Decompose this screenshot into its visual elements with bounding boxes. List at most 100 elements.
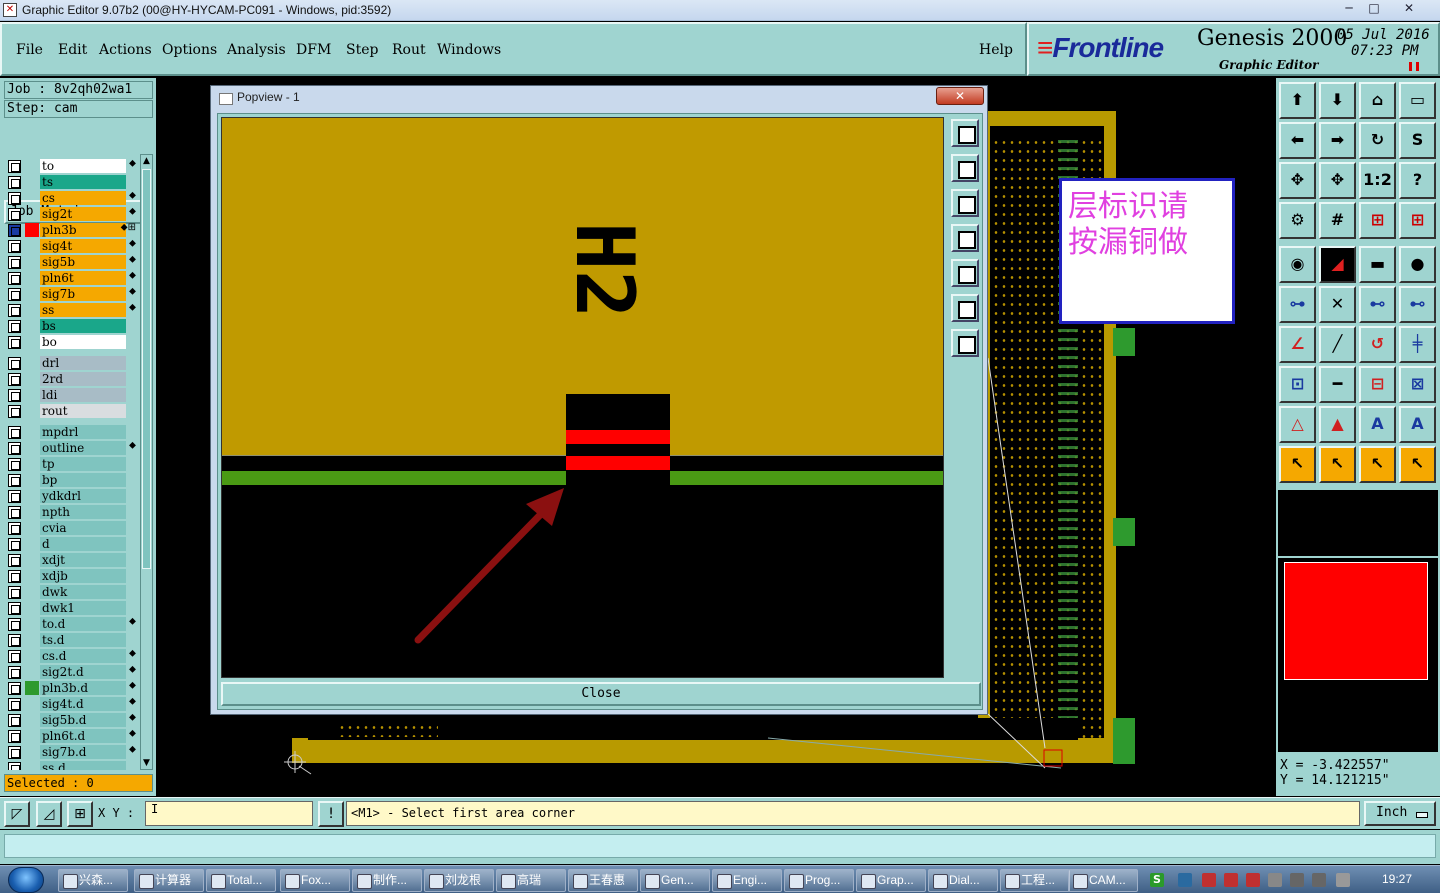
layer-row[interactable]: sig5b.d ⬥ [4, 712, 140, 728]
layer-row[interactable]: npth [4, 504, 140, 520]
layer-name[interactable]: cs.d [40, 649, 126, 663]
layer-flag[interactable] [25, 287, 39, 301]
layer-flag[interactable] [25, 319, 39, 333]
flip-icon[interactable]: ◢ [1319, 246, 1356, 283]
menu-rout[interactable]: Rout [392, 42, 426, 58]
pointer-box-icon[interactable]: ↖ [1319, 446, 1356, 483]
scroll-down-arrow-icon[interactable]: ▼ [141, 757, 152, 769]
layer-row[interactable]: bs [4, 318, 140, 334]
popview-close-button[interactable]: Close [221, 682, 981, 706]
layer-checkbox[interactable] [8, 666, 21, 679]
layer-row[interactable]: rout [4, 403, 140, 419]
taskbar-item[interactable]: Grap... [856, 869, 926, 892]
layer-flag[interactable] [25, 681, 39, 695]
taskbar-item[interactable]: Fox... [280, 869, 350, 892]
layer-row[interactable]: cs ⬥ [4, 190, 140, 206]
center-icon[interactable]: ✥ [1319, 162, 1356, 199]
layer-name[interactable]: pln3b.d [40, 681, 126, 695]
window-icon[interactable]: ▭ [1399, 82, 1436, 119]
layer-checkbox[interactable] [8, 682, 21, 695]
scroll-thumb[interactable] [142, 169, 151, 569]
layer-name[interactable]: to.d [40, 617, 126, 631]
menu-step[interactable]: Step [346, 42, 378, 58]
xy-input[interactable]: I [145, 801, 313, 826]
layer-flag[interactable] [25, 713, 39, 727]
layer-checkbox[interactable] [8, 650, 21, 663]
layer-row[interactable]: ydkdrl [4, 488, 140, 504]
layer-flag[interactable] [25, 335, 39, 349]
triangle-icon[interactable]: △ [1279, 406, 1316, 443]
pointer-route-icon[interactable]: ↖ [1399, 446, 1436, 483]
dot-icon[interactable]: ● [1399, 246, 1436, 283]
tray-volume-icon[interactable] [1312, 873, 1326, 887]
layer-name[interactable]: rout [40, 404, 126, 418]
layer-flag[interactable] [25, 356, 39, 370]
pan-right-icon[interactable]: ➡ [1319, 122, 1356, 159]
zoom-home-icon[interactable]: ⬆ [1279, 82, 1316, 119]
menu-help[interactable]: Help [979, 42, 1013, 58]
layer-name[interactable]: pln6t.d [40, 729, 126, 743]
layer-name[interactable]: to [40, 159, 126, 173]
layer-row[interactable]: ss.d [4, 760, 140, 770]
layer-flag[interactable] [25, 239, 39, 253]
connect-alt-icon[interactable]: ⊷ [1399, 286, 1436, 323]
layer-flag[interactable] [25, 457, 39, 471]
layer-row[interactable]: cvia [4, 520, 140, 536]
layer-flag[interactable] [25, 745, 39, 759]
layer-name[interactable]: sig4t.d [40, 697, 126, 711]
layer-name[interactable]: ldi [40, 388, 126, 402]
layer-name[interactable]: d [40, 537, 126, 551]
popview-pan-down-icon[interactable] [951, 189, 979, 217]
layer-flag[interactable] [25, 473, 39, 487]
layer-row[interactable]: mpdrl [4, 424, 140, 440]
cross-icon[interactable]: ✕ [1319, 286, 1356, 323]
layer-checkbox[interactable] [8, 570, 21, 583]
layer-flag[interactable] [25, 585, 39, 599]
layer-checkbox[interactable] [8, 208, 21, 221]
taskbar-item[interactable]: Dial... [928, 869, 998, 892]
snap-icon[interactable]: ◸ [4, 801, 30, 827]
text-icon[interactable]: A [1359, 406, 1396, 443]
group-icon[interactable]: ⊠ [1399, 366, 1436, 403]
popview-pan-left-icon[interactable] [951, 224, 979, 252]
layer-checkbox[interactable] [8, 426, 21, 439]
layer-row[interactable]: sig4t.d ⬥ [4, 696, 140, 712]
popview-pan-right-icon[interactable] [951, 259, 979, 287]
tray-s-icon[interactable]: S [1150, 873, 1164, 887]
maximize-button[interactable]: □ [1362, 1, 1386, 18]
layer-name[interactable]: bp [40, 473, 126, 487]
layer-name[interactable]: bs [40, 319, 126, 333]
layer-row[interactable]: pln6t ⬥ [4, 270, 140, 286]
layer-flag[interactable] [25, 649, 39, 663]
layer-row[interactable]: xdjb [4, 568, 140, 584]
taskbar-clock[interactable]: 19:27 [1382, 872, 1412, 886]
layer-checkbox[interactable] [8, 714, 21, 727]
layer-flag[interactable] [25, 569, 39, 583]
layer-checkbox[interactable] [8, 506, 21, 519]
layer-row[interactable]: ldi [4, 387, 140, 403]
layer-name[interactable]: sig2t.d [40, 665, 126, 679]
layer-checkbox[interactable] [8, 474, 21, 487]
layer-checkbox[interactable] [8, 224, 21, 237]
taskbar-item[interactable]: Gen... [640, 869, 710, 892]
layer-flag[interactable] [25, 537, 39, 551]
layer-row[interactable]: pln6t.d ⬥ [4, 728, 140, 744]
settings-icon[interactable]: ⚙ [1279, 202, 1316, 239]
layer-name[interactable]: npth [40, 505, 126, 519]
s-curve-icon[interactable]: S [1399, 122, 1436, 159]
layer-flag[interactable] [25, 489, 39, 503]
layer-checkbox[interactable] [8, 389, 21, 402]
layer-row[interactable]: outline ⬥ [4, 440, 140, 456]
pause-icon[interactable] [1409, 62, 1419, 71]
taskbar-item[interactable]: 工程... [1000, 869, 1070, 892]
rotate-icon[interactable]: ↻ [1359, 122, 1396, 159]
layer-name[interactable]: ts.d [40, 633, 126, 647]
measure-icon[interactable]: ⊟ [1359, 366, 1396, 403]
menu-edit[interactable]: Edit [58, 42, 87, 58]
layer-name[interactable]: ts [40, 175, 126, 189]
menu-options[interactable]: Options [162, 42, 217, 58]
ruler-icon[interactable]: ▬ [1359, 246, 1396, 283]
layer-flag[interactable] [25, 175, 39, 189]
layer-row[interactable]: ts.d [4, 632, 140, 648]
layer-flag[interactable] [25, 697, 39, 711]
